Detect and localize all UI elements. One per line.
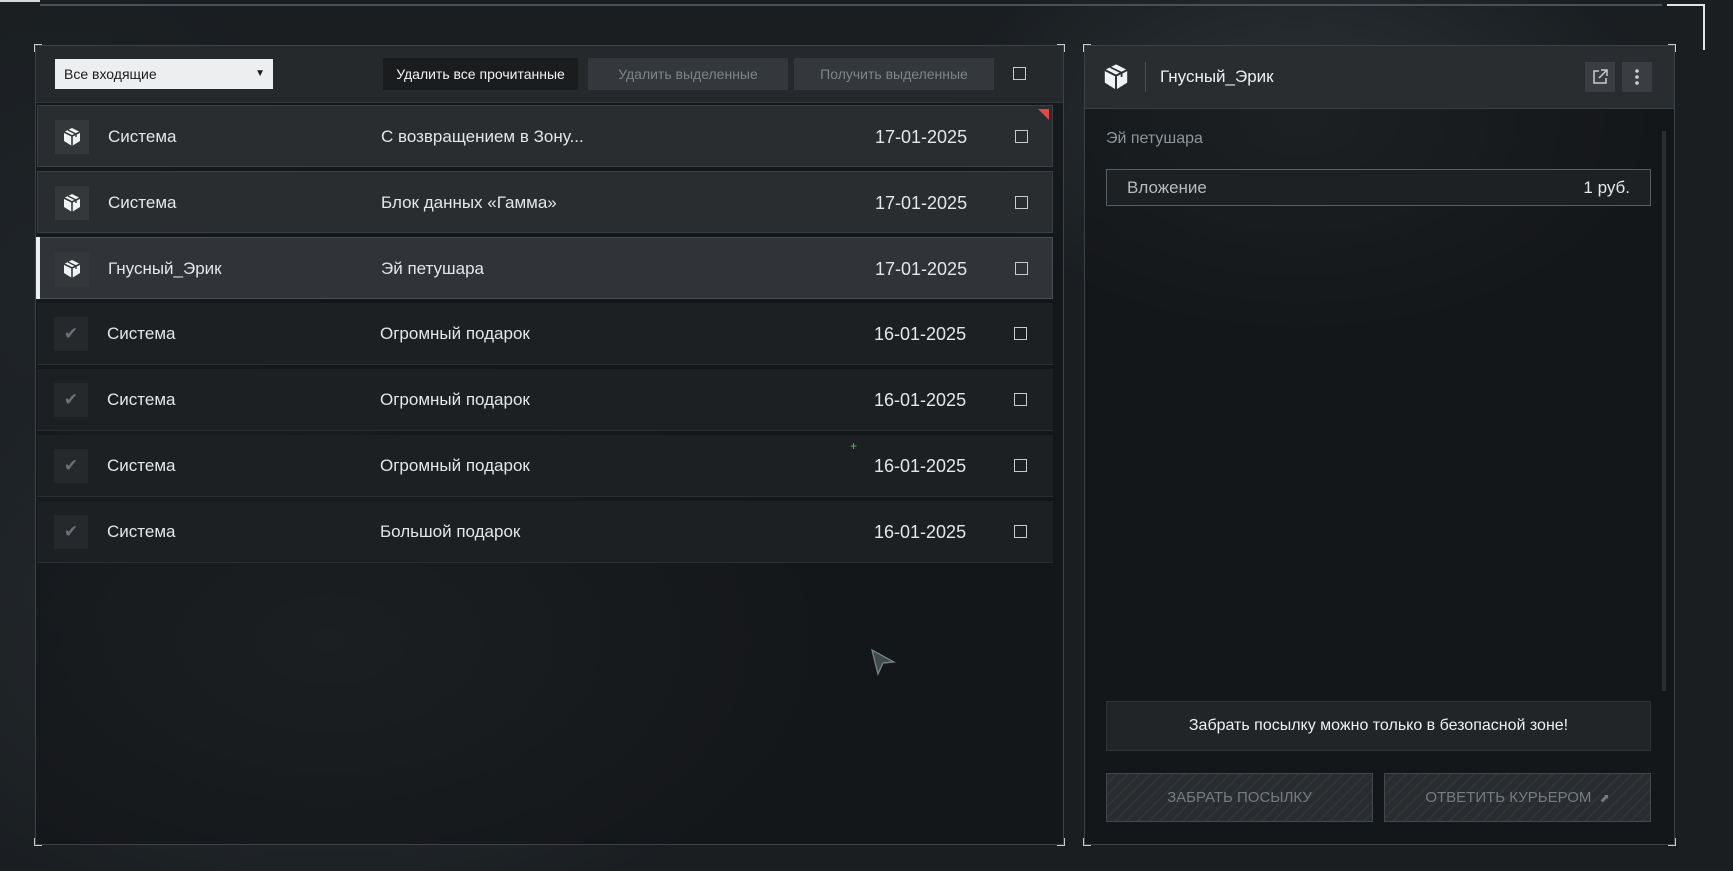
more-vertical-icon — [1635, 69, 1639, 85]
message-row[interactable]: ✔ Система Огромный подарок 16-01-2025 — [37, 435, 1053, 497]
message-checkbox[interactable] — [1015, 130, 1028, 143]
message-sender: Гнусный_Эрик — [108, 259, 222, 278]
check-icon: ✔ — [54, 449, 88, 483]
message-row[interactable]: Система С возвращением в Зону... 17-01-2… — [37, 105, 1053, 167]
detail-scrollbar[interactable] — [1662, 131, 1666, 691]
message-subject: С возвращением в Зону... — [381, 127, 584, 146]
check-icon: ✔ — [54, 515, 88, 549]
header-divider — [1145, 62, 1146, 92]
message-date: 16-01-2025 — [874, 324, 967, 344]
message-detail-panel: Гнусный_Эрик Эй петушара Вложение 1 руб.… — [1083, 44, 1676, 846]
mouse-cursor-icon — [870, 648, 897, 681]
detail-sender-name: Гнусный_Эрик — [1160, 67, 1274, 86]
mail-filter-value: Все входящие — [64, 66, 157, 82]
delete-selected-button[interactable]: Удалить выделенные — [588, 58, 788, 90]
message-subject: Огромный подарок — [380, 390, 530, 409]
select-all-checkbox[interactable] — [1013, 67, 1026, 80]
open-external-button[interactable] — [1585, 62, 1615, 92]
message-date: 16-01-2025 — [874, 456, 967, 476]
package-icon — [55, 252, 89, 286]
attachment-value: 1 руб. — [1583, 178, 1630, 197]
message-checkbox[interactable] — [1015, 262, 1028, 275]
message-checkbox[interactable] — [1014, 327, 1027, 340]
window-frame-top — [40, 4, 1662, 6]
message-sender: Система — [107, 456, 176, 475]
message-subject: Огромный подарок — [380, 324, 530, 343]
package-icon — [55, 186, 89, 220]
reply-courier-label: ОТВЕТИТЬ КУРЬЕРОМ — [1425, 789, 1592, 806]
message-sender: Система — [108, 127, 177, 146]
attachment-row: Вложение 1 руб. — [1106, 169, 1651, 206]
external-link-icon — [1593, 69, 1608, 84]
crosshair-icon: + — [850, 439, 858, 453]
delete-all-read-button[interactable]: Удалить все прочитанные — [383, 58, 578, 90]
message-checkbox[interactable] — [1014, 459, 1027, 472]
message-date: 17-01-2025 — [875, 127, 968, 147]
more-options-button[interactable] — [1622, 62, 1652, 92]
message-detail-header: Гнусный_Эрик — [1085, 46, 1674, 109]
mail-filter-dropdown[interactable]: Все входящие ▼ — [55, 59, 273, 89]
reply-courier-button[interactable]: ОТВЕТИТЬ КУРЬЕРОМ ⬈ — [1384, 773, 1651, 822]
message-checkbox[interactable] — [1014, 525, 1027, 538]
detail-subject: Эй петушара — [1106, 130, 1203, 147]
take-parcel-label: ЗАБРАТЬ ПОСЫЛКУ — [1167, 789, 1312, 806]
message-date: 16-01-2025 — [874, 522, 967, 542]
message-date: 16-01-2025 — [874, 390, 967, 410]
dropdown-arrow-icon: ▼ — [255, 68, 265, 79]
package-icon — [55, 120, 89, 154]
message-subject: Эй петушара — [381, 259, 485, 278]
message-row[interactable]: ✔ Система Огромный подарок 16-01-2025 — [37, 369, 1053, 431]
message-row[interactable]: ✔ Система Большой подарок 16-01-2025 — [37, 501, 1053, 563]
message-checkbox[interactable] — [1015, 196, 1028, 209]
external-link-icon: ⬈ — [1599, 791, 1610, 805]
safe-zone-notice: Забрать посылку можно только в безопасно… — [1106, 701, 1651, 751]
message-checkbox[interactable] — [1014, 393, 1027, 406]
message-date: 17-01-2025 — [875, 193, 968, 213]
check-icon: ✔ — [54, 317, 88, 351]
message-subject: Блок данных «Гамма» — [381, 193, 557, 212]
get-selected-button[interactable]: Получить выделенные — [794, 58, 994, 90]
attachment-label: Вложение — [1127, 178, 1207, 197]
check-icon: ✔ — [54, 383, 88, 417]
message-subject: Большой подарок — [380, 522, 521, 541]
message-sender: Система — [107, 522, 176, 541]
mail-toolbar: Все входящие ▼ Удалить все прочитанные У… — [36, 46, 1063, 103]
window-corner-top-left — [0, 0, 40, 10]
message-subject: Огромный подарок — [380, 456, 530, 475]
message-sender: Система — [107, 390, 176, 409]
message-row[interactable]: Система Блок данных «Гамма» 17-01-2025 — [37, 171, 1053, 233]
message-sender: Система — [107, 324, 176, 343]
message-sender: Система — [108, 193, 177, 212]
message-date: 17-01-2025 — [875, 259, 968, 279]
take-parcel-button[interactable]: ЗАБРАТЬ ПОСЫЛКУ — [1106, 773, 1373, 822]
message-row[interactable]: ✔ Система Огромный подарок 16-01-2025 — [37, 303, 1053, 365]
package-icon — [1102, 63, 1130, 96]
message-row-selected[interactable]: Гнусный_Эрик Эй петушара 17-01-2025 — [36, 237, 1053, 299]
new-message-flag-icon — [1038, 109, 1049, 120]
mail-list-panel: Все входящие ▼ Удалить все прочитанные У… — [34, 44, 1065, 846]
